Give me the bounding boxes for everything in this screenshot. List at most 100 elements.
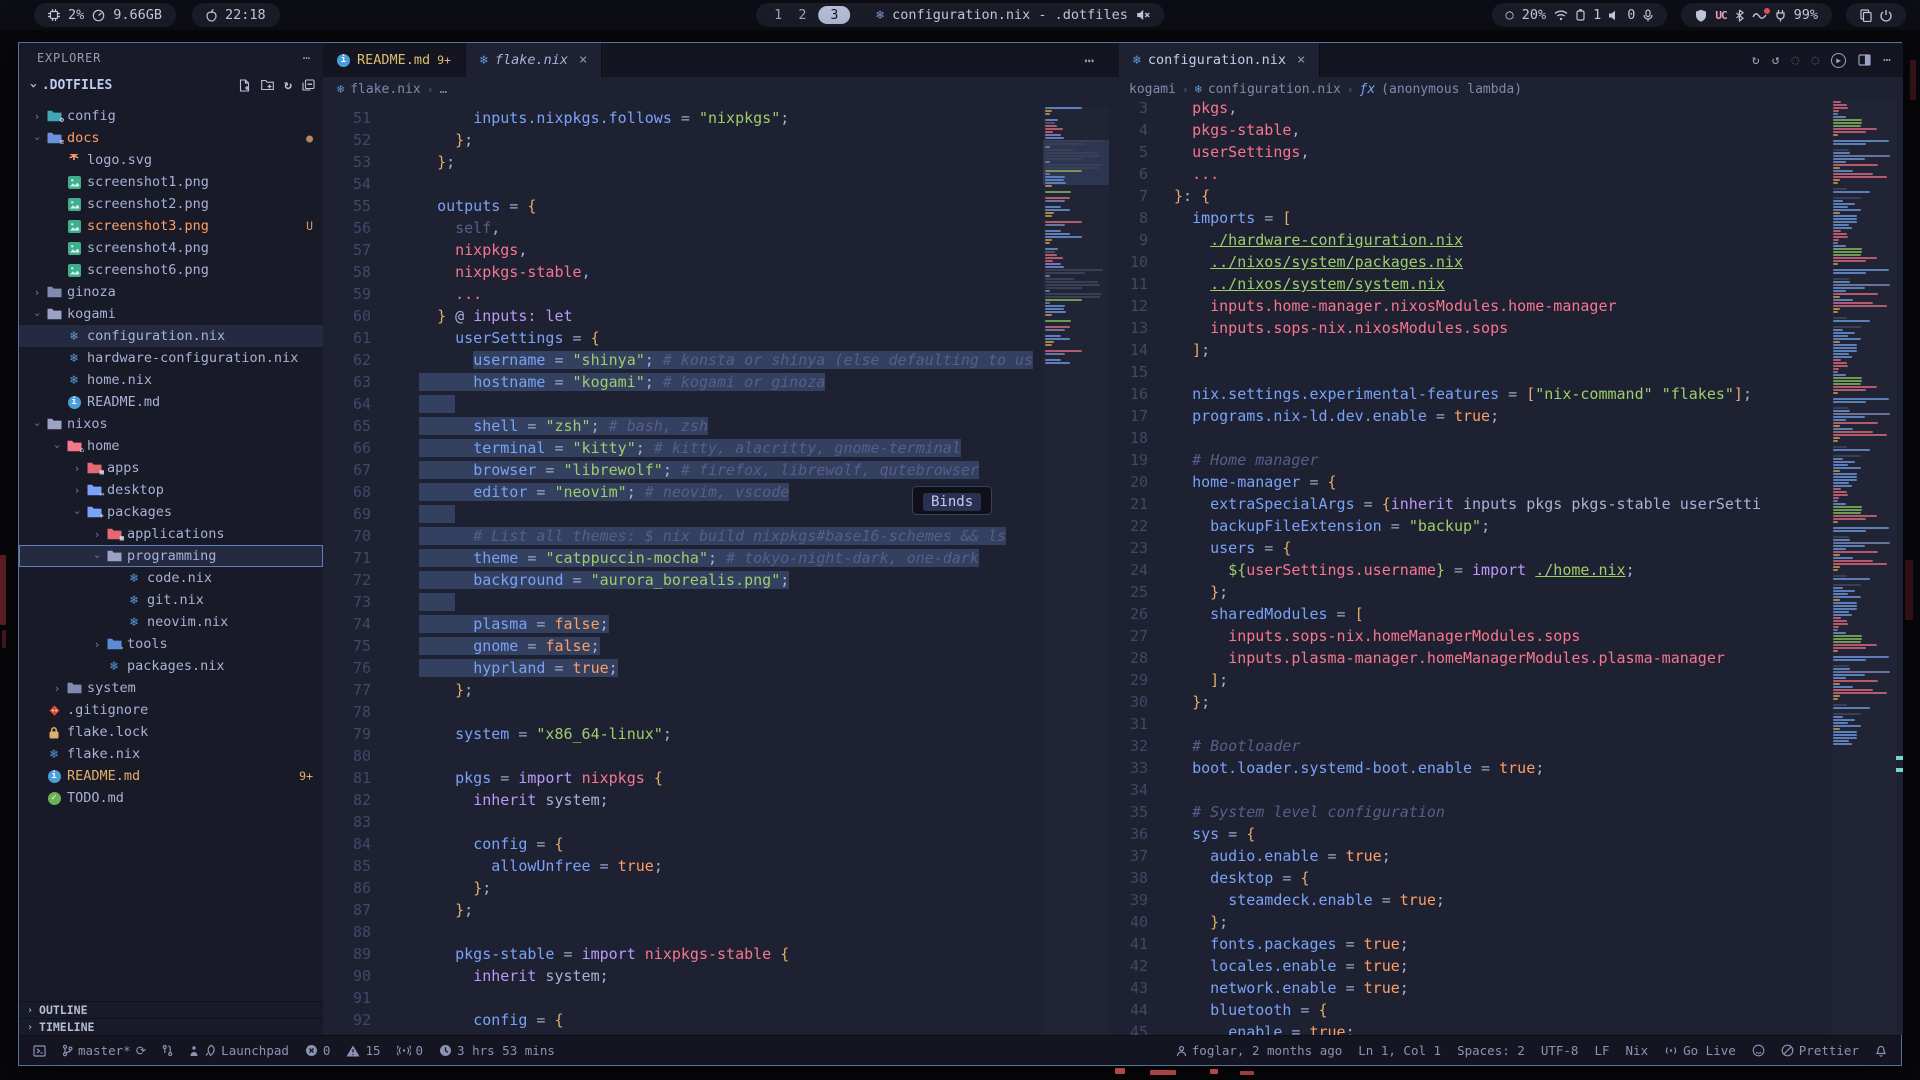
prettier-indicator[interactable]: Prettier: [1781, 1043, 1859, 1058]
code-editor-configuration-nix[interactable]: 3456789101112131415161718192021222324252…: [1109, 101, 1903, 1035]
tab-flake-nix[interactable]: ❄ flake.nix ×: [466, 43, 602, 77]
workspace-2[interactable]: 2: [794, 7, 810, 23]
errors-indicator[interactable]: 0: [305, 1043, 331, 1058]
close-icon[interactable]: ×: [579, 52, 587, 68]
uc-tray-icon[interactable]: UC: [1715, 9, 1726, 22]
encoding-setting[interactable]: UTF-8: [1541, 1043, 1579, 1058]
code-lines[interactable]: inputs.nixpkgs.follows = "nixpkgs"; }; }…: [419, 107, 1033, 1035]
tree-item-system[interactable]: ›system: [19, 677, 323, 699]
tree-item-home[interactable]: ›⌂home: [19, 435, 323, 457]
tree-item-desktop[interactable]: ›▭desktop: [19, 479, 323, 501]
tree-item-neovim-nix[interactable]: ❄neovim.nix: [19, 611, 323, 633]
git-branch-indicator[interactable]: master* ⟳: [62, 1043, 146, 1058]
more-actions-icon[interactable]: ⋯: [1883, 53, 1891, 68]
tree-item-nixos[interactable]: ›nixos: [19, 413, 323, 435]
explorer-more-actions-icon[interactable]: ⋯: [303, 51, 311, 65]
timeline-section[interactable]: › TIMELINE: [19, 1018, 323, 1035]
tree-item-readme-md[interactable]: iREADME.md: [19, 391, 323, 413]
minimap[interactable]: [1831, 101, 1897, 1035]
time-tracker-indicator[interactable]: 3 hrs 53 mins: [439, 1043, 555, 1058]
minimap[interactable]: [1043, 107, 1109, 1035]
tabbar-more-icon[interactable]: ⋯: [1084, 51, 1109, 70]
tab-readme[interactable]: i README.md 9+: [323, 43, 466, 77]
notification-wave-icon[interactable]: [1752, 10, 1767, 20]
language-mode[interactable]: Nix: [1626, 1043, 1649, 1058]
launchpad-button[interactable]: Launchpad: [189, 1043, 289, 1058]
tree-item-ginoza[interactable]: ›ginoza: [19, 281, 323, 303]
tree-item-readme-md[interactable]: iREADME.md9+: [19, 765, 323, 787]
close-icon[interactable]: ×: [1297, 52, 1305, 68]
tree-item-config[interactable]: ›⚙config: [19, 105, 323, 127]
chevron-right-icon: ›: [49, 682, 65, 695]
sync-icon[interactable]: ⟳: [136, 1043, 146, 1058]
new-file-icon[interactable]: [239, 78, 251, 93]
tree-item-screenshot1-png[interactable]: screenshot1.png: [19, 171, 323, 193]
workspace-1[interactable]: 1: [770, 7, 786, 23]
tree-item-code-nix[interactable]: ❄code.nix: [19, 567, 323, 589]
indentation-setting[interactable]: Spaces: 2: [1457, 1043, 1525, 1058]
tree-item-flake-lock[interactable]: flake.lock: [19, 721, 323, 743]
breadcrumb-right[interactable]: kogami › ❄ configuration.nix › ƒx (anony…: [1109, 77, 1903, 101]
tree-item-git-nix[interactable]: ❄git.nix: [19, 589, 323, 611]
ports-indicator[interactable]: 0: [397, 1043, 424, 1058]
code-line: enable = true;: [1174, 1021, 1761, 1035]
tree-item-applications[interactable]: ›▦applications: [19, 523, 323, 545]
tree-item-screenshot2-png[interactable]: screenshot2.png: [19, 193, 323, 215]
warnings-indicator[interactable]: 15: [346, 1043, 380, 1058]
nav-circle-icon[interactable]: ◌: [1792, 53, 1800, 68]
go-live-button[interactable]: Go Live: [1664, 1043, 1736, 1058]
tree-item-apps[interactable]: ›▦apps: [19, 457, 323, 479]
code-line: ];: [1174, 339, 1761, 361]
tree-item-tools[interactable]: ››tools: [19, 633, 323, 655]
tab-configuration-nix[interactable]: ❄ configuration.nix ×: [1119, 43, 1320, 77]
outline-section[interactable]: › OUTLINE: [19, 1001, 323, 1018]
tree-item-home-nix[interactable]: ❄home.nix: [19, 369, 323, 391]
tree-item-screenshot6-png[interactable]: screenshot6.png: [19, 259, 323, 281]
tree-item-label: kogami: [67, 306, 116, 322]
breadcrumb-left[interactable]: ❄ flake.nix › …: [323, 77, 1109, 101]
tree-item-logo-svg[interactable]: *logo.svg: [19, 149, 323, 171]
tree-item-packages[interactable]: ›+packages: [19, 501, 323, 523]
cursor-position[interactable]: Ln 1, Col 1: [1358, 1043, 1441, 1058]
navigate-back-icon[interactable]: ↺: [1772, 53, 1780, 68]
tree-item-packages-nix[interactable]: ❄packages.nix: [19, 655, 323, 677]
tree-item-hardware-configuration-nix[interactable]: ❄hardware-configuration.nix: [19, 347, 323, 369]
breadcrumb-item[interactable]: …: [439, 82, 447, 97]
power-button-icon[interactable]: [1880, 9, 1892, 22]
tree-item-docs[interactable]: ›≡docs●: [19, 127, 323, 149]
collapse-folders-icon[interactable]: [302, 78, 315, 93]
connectivity-pill: UC 99%: [1681, 3, 1832, 27]
clipboard-icon[interactable]: [1860, 9, 1872, 22]
chevron-down-icon: ›: [29, 308, 45, 321]
breadcrumb-item[interactable]: (anonymous lambda): [1381, 82, 1522, 97]
git-compare-indicator[interactable]: [162, 1044, 173, 1057]
refresh-explorer-icon[interactable]: ↻: [284, 78, 292, 93]
breadcrumb-item[interactable]: flake.nix: [350, 82, 420, 97]
tree-item-flake-nix[interactable]: ❄flake.nix: [19, 743, 323, 765]
tree-item-kogami[interactable]: › kogami: [19, 303, 323, 325]
git-blame-indicator[interactable]: foglar, 2 months ago: [1176, 1043, 1343, 1058]
code-lines[interactable]: pkgs, pkgs-stable, userSettings, ...}: {…: [1174, 101, 1761, 1035]
feedback-smiley-icon[interactable]: [1752, 1044, 1765, 1057]
code-editor-flake-nix[interactable]: 5152535455565758596061626364656667686970…: [323, 101, 1109, 1035]
tree-item-screenshot3-png[interactable]: screenshot3.pngU: [19, 215, 323, 237]
remote-indicator[interactable]: [33, 1045, 46, 1057]
chevron-right-icon: ›: [89, 638, 105, 651]
tree-item-configuration-nix[interactable]: ❄configuration.nix: [19, 325, 323, 347]
split-editor-icon[interactable]: [1858, 54, 1871, 66]
tree-item--gitignore[interactable]: .gitignore: [19, 699, 323, 721]
notifications-bell-icon[interactable]: [1875, 1044, 1887, 1057]
breadcrumb-item[interactable]: kogami: [1129, 82, 1176, 97]
eol-setting[interactable]: LF: [1594, 1043, 1609, 1058]
run-code-icon[interactable]: ▶: [1831, 53, 1846, 68]
workspace-3-active[interactable]: 3: [818, 6, 850, 24]
new-folder-icon[interactable]: [261, 78, 274, 93]
outline-label: OUTLINE: [39, 1003, 87, 1017]
breadcrumb-item[interactable]: configuration.nix: [1208, 82, 1341, 97]
workspace-root-row[interactable]: › .DOTFILES ↻: [19, 73, 323, 97]
sync-icon[interactable]: ↻: [1752, 53, 1760, 68]
nav-circle-forward-icon[interactable]: ◌: [1811, 53, 1819, 68]
tree-item-todo-md[interactable]: ✓TODO.md: [19, 787, 323, 809]
tree-item-programming[interactable]: ›programming: [19, 545, 323, 567]
tree-item-screenshot4-png[interactable]: screenshot4.png: [19, 237, 323, 259]
